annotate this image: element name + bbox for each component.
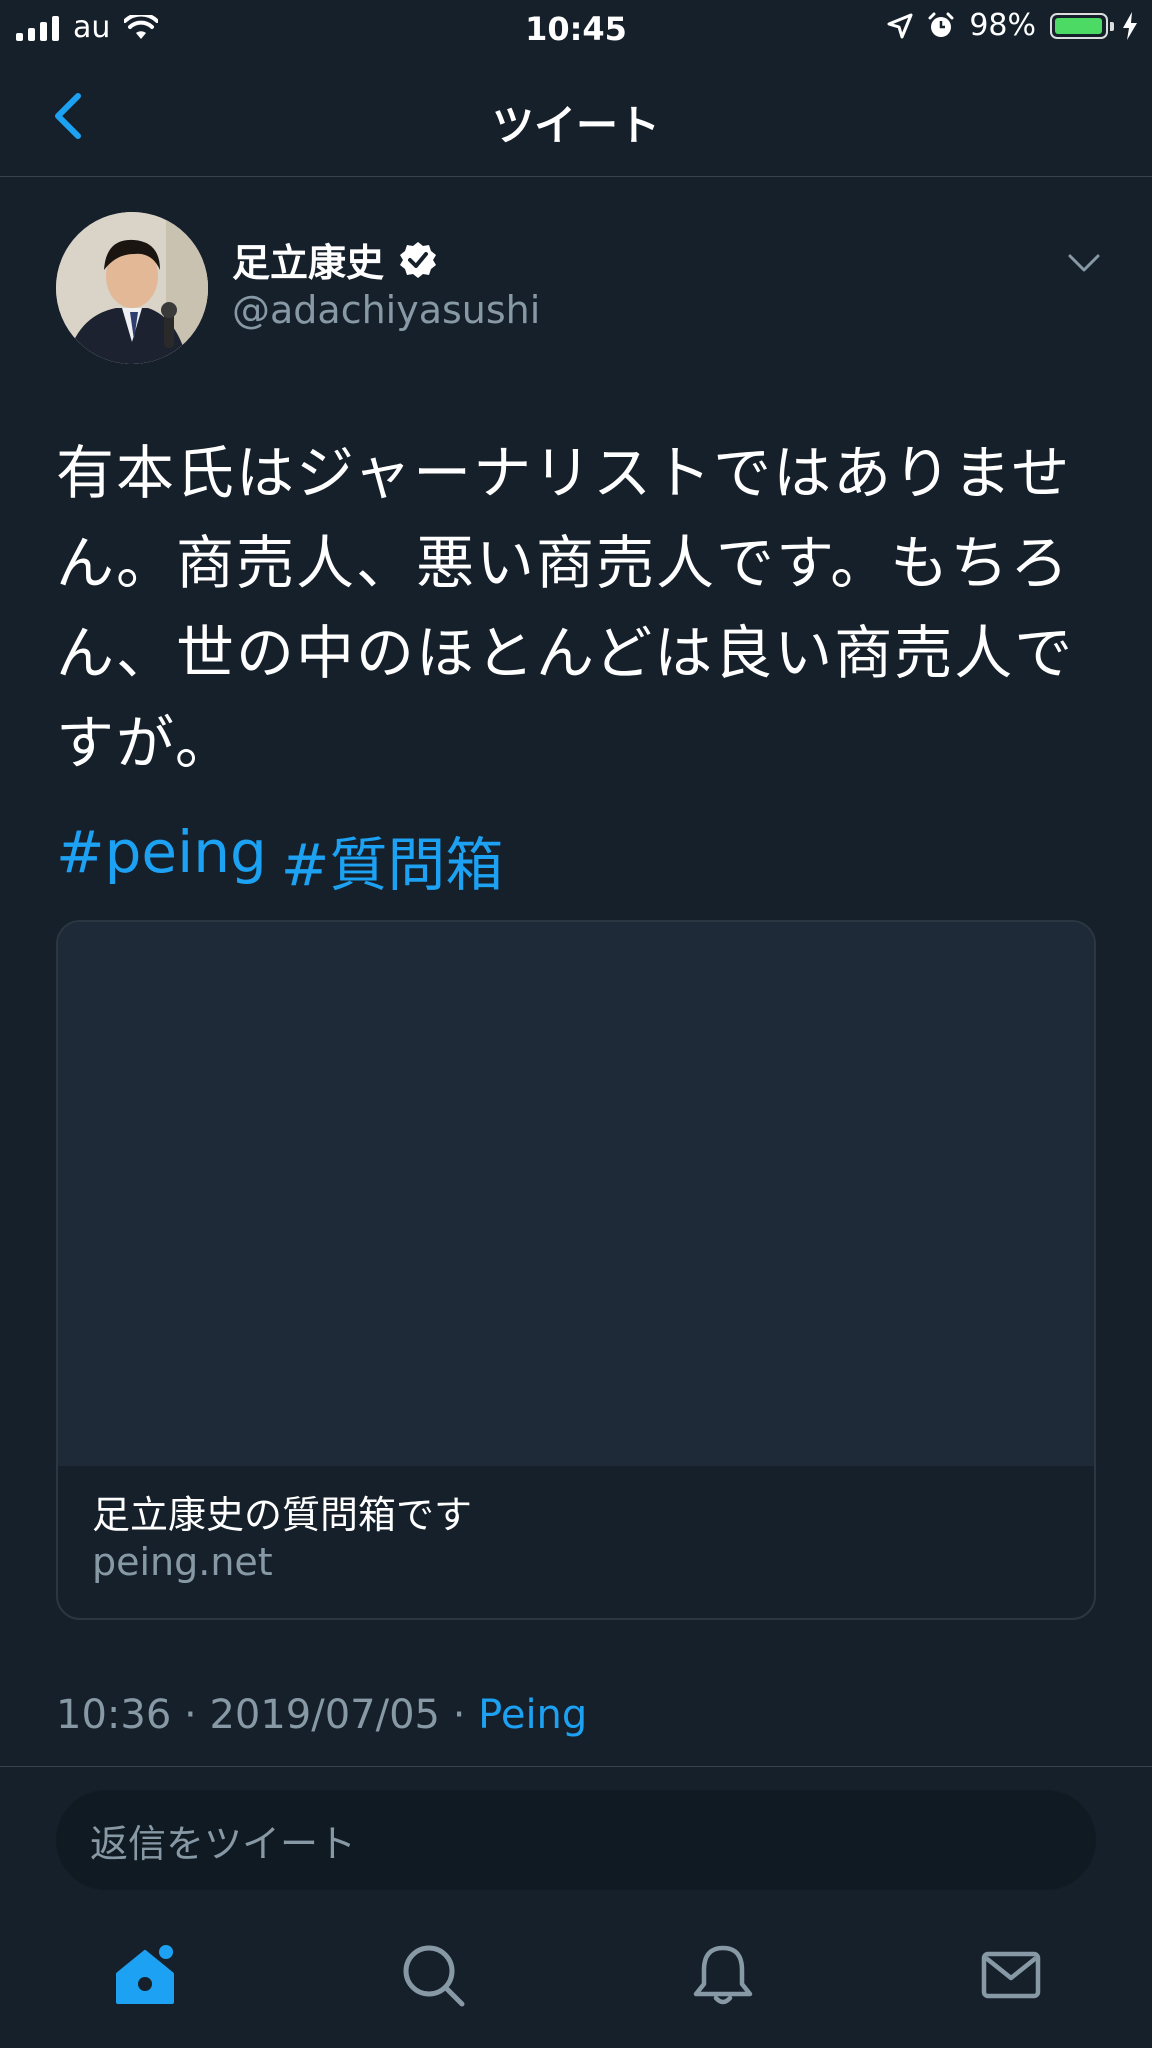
meta-separator: ·	[452, 1692, 466, 1738]
bell-icon[interactable]	[688, 1940, 758, 2010]
card-image[interactable]	[58, 922, 1094, 1466]
alarm-icon	[928, 12, 954, 37]
card-domain: peing.net	[92, 1540, 273, 1584]
reply-placeholder: 返信をツイート	[90, 1821, 357, 1866]
hashtags: #peing #質問箱	[56, 818, 503, 902]
chevron-down-icon[interactable]	[1064, 248, 1104, 278]
link-card[interactable]: 足立康史の質問箱です peing.net	[56, 920, 1096, 1620]
tweet-text: 有本氏はジャーナリストではありません。商売人、悪い商売人です。もちろん、世の中の…	[56, 439, 1075, 777]
avatar-photo	[56, 212, 208, 364]
location-arrow-icon	[887, 13, 913, 38]
author-name-row[interactable]: 足立康史	[232, 232, 438, 287]
author-name[interactable]: 足立康史	[232, 232, 384, 287]
status-bar: au 10:45 98%	[0, 0, 1152, 58]
charging-bolt-icon	[1123, 11, 1137, 40]
tweet-date: 2019/07/05	[209, 1692, 440, 1738]
home-icon[interactable]	[110, 1940, 180, 2010]
author-handle[interactable]: @adachiyasushi	[232, 288, 540, 332]
verified-badge-icon	[400, 241, 437, 278]
battery-percent: 98%	[969, 8, 1036, 43]
card-title: 足立康史の質問箱です	[92, 1493, 473, 1537]
tweet-source-link[interactable]: Peing	[478, 1692, 587, 1738]
tweet-time: 10:36	[56, 1692, 172, 1738]
battery-level	[1055, 17, 1103, 34]
avatar[interactable]	[56, 212, 208, 364]
page-title: ツイート	[491, 101, 660, 150]
nav-header: ツイート	[0, 58, 1152, 177]
mail-icon[interactable]	[976, 1940, 1046, 2010]
divider	[0, 1766, 1152, 1767]
battery-icon	[1050, 12, 1114, 39]
hashtag-link[interactable]: #peing	[56, 818, 267, 902]
hashtag-link[interactable]: #質問箱	[281, 818, 504, 902]
search-icon[interactable]	[398, 1940, 468, 2010]
meta-separator: ·	[184, 1692, 197, 1738]
status-right: 98%	[887, 8, 1138, 43]
reply-input[interactable]: 返信をツイート	[56, 1790, 1096, 1890]
tweet-meta: 10:36 · 2019/07/05 · Peing	[56, 1692, 587, 1738]
